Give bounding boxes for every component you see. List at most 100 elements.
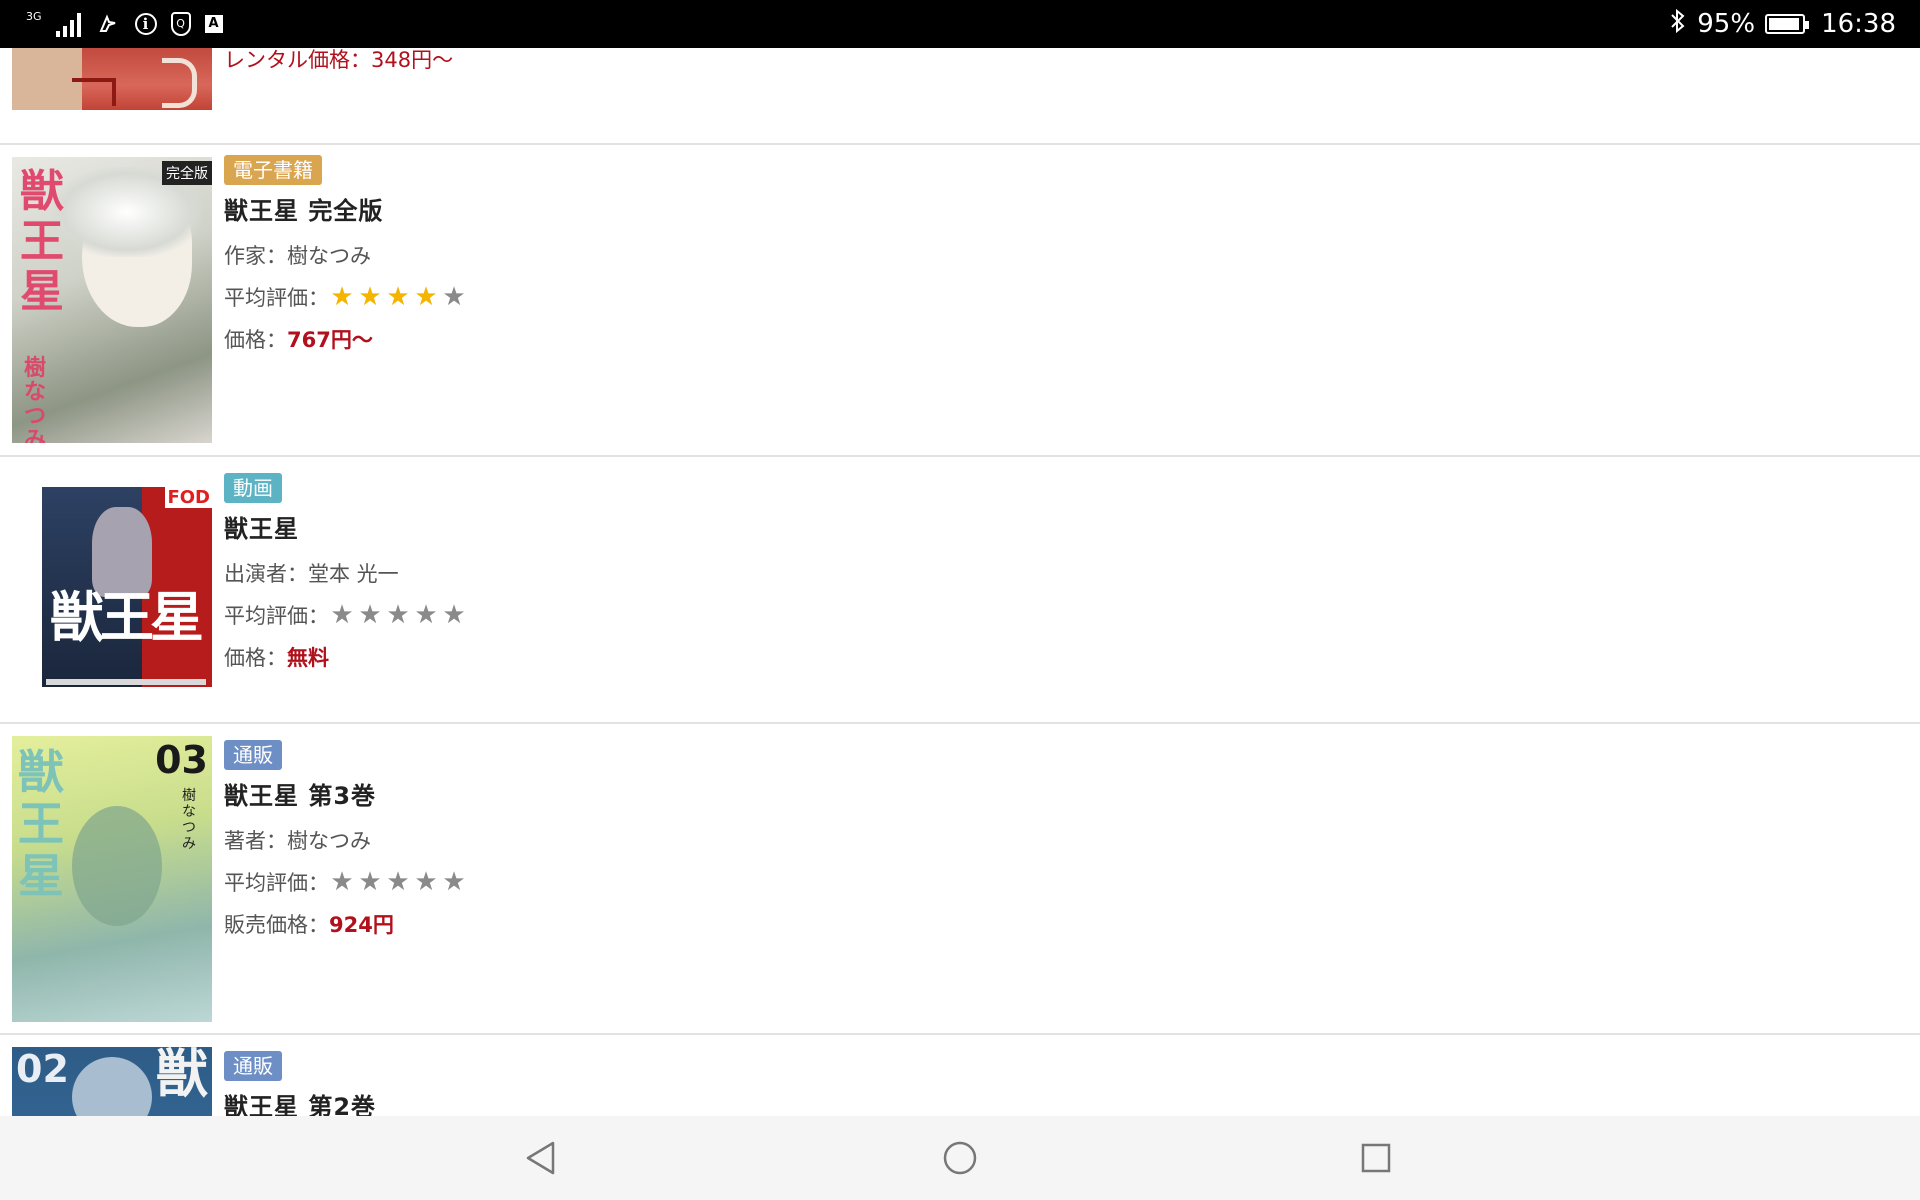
status-right: 95% 16:38 xyxy=(1669,0,1896,48)
credit-value: 堂本 光一 xyxy=(308,562,399,586)
price-label: 販売価格： xyxy=(224,913,329,937)
recents-icon[interactable] xyxy=(1354,1136,1398,1180)
status-bar: 3G i Q A 95% 16:38 xyxy=(0,0,1920,48)
thumbnail-author-art: 樹なつみ xyxy=(182,788,196,852)
item-rating: 平均評価： ★ ★ ★ ★ ★ xyxy=(224,282,467,312)
rental-price: レンタル価格：348円〜 xyxy=(224,48,454,72)
thumbnail-author-art: 樹なつみ xyxy=(24,356,47,444)
list-item[interactable]: 獣王星 03 樹なつみ 通販 獣王星 第3巻 著者： 樹なつみ 平均評価： ★ ★ ★… xyxy=(0,724,1920,1035)
credit-label: 出演者： xyxy=(224,562,308,586)
item-title[interactable]: 獣王星 第2巻 xyxy=(224,1087,376,1116)
battery-icon xyxy=(1765,14,1810,34)
item-title[interactable]: 獣王星 完全版 xyxy=(224,191,467,226)
star-icon: ★ xyxy=(386,600,410,630)
star-icon: ★ xyxy=(386,867,410,897)
signal-icon xyxy=(55,11,81,37)
star-icon: ★ xyxy=(330,867,354,897)
item-thumbnail[interactable] xyxy=(12,48,212,110)
category-badge: 通販 xyxy=(224,1051,282,1081)
thumbnail-art xyxy=(162,58,197,108)
star-icon: ★ xyxy=(414,282,438,312)
back-icon[interactable] xyxy=(518,1136,562,1180)
list-item[interactable]: 02 獣 通販 獣王星 第2巻 xyxy=(0,1035,1920,1116)
battery-percent: 95% xyxy=(1697,9,1756,39)
credit-value: 樹なつみ xyxy=(287,829,371,853)
rating-label: 平均評価： xyxy=(224,871,329,895)
item-info: 通販 獣王星 第2巻 xyxy=(224,1051,376,1116)
credit-label: 作家： xyxy=(224,244,287,268)
star-icon: ★ xyxy=(330,600,354,630)
star-icon: ★ xyxy=(414,867,438,897)
item-credit: 出演者： 堂本 光一 xyxy=(224,558,467,588)
clock: 16:38 xyxy=(1821,9,1896,39)
rating-stars: ★ ★ ★ ★ ★ xyxy=(329,869,467,895)
navigation-bar xyxy=(0,1116,1920,1200)
battery-fill xyxy=(1769,18,1800,30)
fod-logo: FOD xyxy=(165,487,212,508)
network-type: 3G xyxy=(26,9,42,23)
list-item[interactable]: レンタル価格：348円〜 xyxy=(0,48,1920,145)
credit-label: 著者： xyxy=(224,829,287,853)
bluetooth-icon xyxy=(1669,8,1687,41)
item-credit: 著者： 樹なつみ xyxy=(224,825,467,855)
thumbnail-art xyxy=(72,806,162,926)
item-price: 価格： 無料 xyxy=(224,642,467,672)
category-badge: 通販 xyxy=(224,740,282,770)
thumbnail-art xyxy=(72,78,116,106)
thumbnail-art xyxy=(72,1057,152,1116)
price-value: 無料 xyxy=(287,646,329,670)
thumbnail-title-art: 獣 xyxy=(155,1047,208,1105)
star-icon: ★ xyxy=(358,600,382,630)
thumbnail-art xyxy=(92,507,152,597)
home-icon[interactable] xyxy=(938,1136,982,1180)
star-icon: ★ xyxy=(442,282,466,312)
item-rating: 平均評価： ★ ★ ★ ★ ★ xyxy=(224,600,467,630)
item-info: 電子書籍 獣王星 完全版 作家： 樹なつみ 平均評価： ★ ★ ★ ★ ★ 価格： 767円… xyxy=(224,155,467,354)
price-label: 価格： xyxy=(224,646,287,670)
thumbnail-title-art: 獣王星 xyxy=(20,166,64,317)
category-badge: 動画 xyxy=(224,473,282,503)
shield-icon: Q xyxy=(170,12,191,36)
cast-icon xyxy=(95,11,121,37)
category-badge: 電子書籍 xyxy=(224,155,322,185)
item-info: 通販 獣王星 第3巻 著者： 樹なつみ 平均評価： ★ ★ ★ ★ ★ 販売価格： 924円 xyxy=(224,740,467,939)
item-credit: 作家： 樹なつみ xyxy=(224,240,467,270)
star-icon: ★ xyxy=(442,867,466,897)
item-title[interactable]: 獣王星 第3巻 xyxy=(224,776,467,811)
price-value: 767円〜 xyxy=(287,328,373,352)
rating-stars: ★ ★ ★ ★ ★ xyxy=(329,284,467,310)
result-list: レンタル価格：348円〜 獣王星 樹なつみ 完全版 電子書籍 獣王星 完全版 作… xyxy=(0,48,1920,1116)
thumbnail-edition-art: 完全版 xyxy=(162,161,212,185)
thumbnail-title-art: 獣王星 xyxy=(50,585,204,649)
item-title[interactable]: 獣王星 xyxy=(224,509,467,544)
list-item[interactable]: 獣王星 FOD 動画 獣王星 出演者： 堂本 光一 平均評価： ★ ★ ★ ★ ★ 価格：… xyxy=(0,457,1920,724)
rating-stars: ★ ★ ★ ★ ★ xyxy=(329,602,467,628)
rating-label: 平均評価： xyxy=(224,286,329,310)
info-icon: i xyxy=(134,13,157,35)
item-price: 価格： 767円〜 xyxy=(224,324,467,354)
star-icon: ★ xyxy=(414,600,438,630)
thumbnail-art xyxy=(46,679,206,685)
item-info: 動画 獣王星 出演者： 堂本 光一 平均評価： ★ ★ ★ ★ ★ 価格： 無料 xyxy=(224,473,467,672)
status-left: 3G i Q A xyxy=(26,8,223,40)
item-thumbnail[interactable]: 獣王星 樹なつみ 完全版 xyxy=(12,157,212,443)
item-thumbnail[interactable]: 獣王星 FOD xyxy=(42,487,212,687)
rating-label: 平均評価： xyxy=(224,604,329,628)
price-value: 924円 xyxy=(329,913,394,937)
star-icon: ★ xyxy=(330,282,354,312)
item-thumbnail[interactable]: 02 獣 xyxy=(12,1047,212,1116)
star-icon: ★ xyxy=(358,867,382,897)
thumbnail-title-art: 獣王星 xyxy=(18,745,64,903)
credit-value: 樹なつみ xyxy=(287,244,371,268)
a-icon: A xyxy=(204,15,223,33)
star-icon: ★ xyxy=(386,282,410,312)
price-label: 価格： xyxy=(224,328,287,352)
item-price: 販売価格： 924円 xyxy=(224,909,467,939)
item-thumbnail[interactable]: 獣王星 03 樹なつみ xyxy=(12,736,212,1022)
volume-number: 02 xyxy=(16,1047,69,1091)
star-icon: ★ xyxy=(358,282,382,312)
volume-number: 03 xyxy=(155,738,208,782)
list-item[interactable]: 獣王星 樹なつみ 完全版 電子書籍 獣王星 完全版 作家： 樹なつみ 平均評価： … xyxy=(0,145,1920,457)
star-icon: ★ xyxy=(442,600,466,630)
item-rating: 平均評価： ★ ★ ★ ★ ★ xyxy=(224,867,467,897)
